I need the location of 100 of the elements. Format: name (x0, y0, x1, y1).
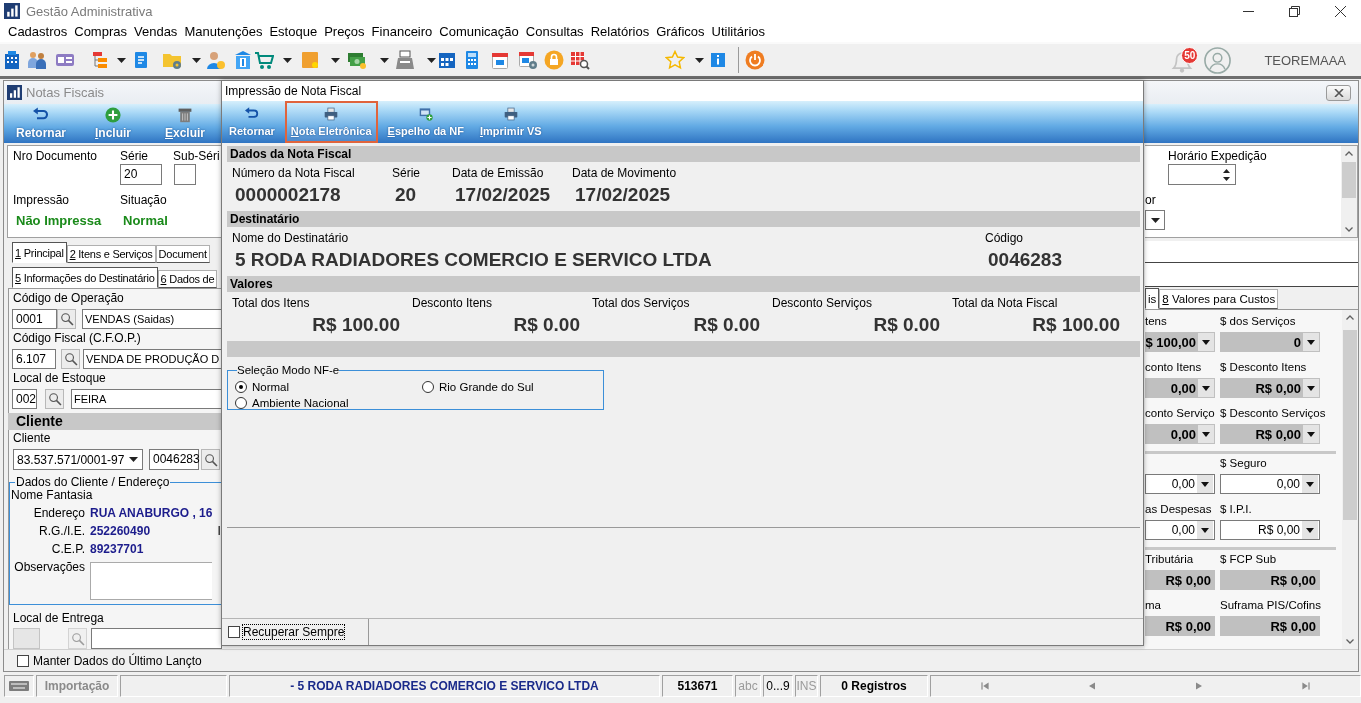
input-field[interactable] (174, 164, 196, 185)
dropdown-field[interactable]: 0,00 (1145, 474, 1215, 494)
menu-item[interactable]: Consultas (525, 24, 584, 40)
star-icon[interactable] (665, 50, 685, 70)
radio-label[interactable]: Normal (252, 381, 290, 393)
person-coin-icon[interactable] (206, 50, 226, 70)
tab[interactable]: 5 Informações do Destinatário (12, 267, 158, 288)
search-button[interactable] (57, 309, 76, 329)
search-button[interactable] (45, 389, 64, 409)
scrollbar[interactable] (1341, 146, 1357, 237)
input-field[interactable] (91, 628, 222, 649)
calendar-icon[interactable] (490, 50, 510, 70)
field-label: Impressão (13, 192, 71, 208)
dropdown-field[interactable]: 0,00 (1145, 378, 1215, 398)
menu-item[interactable]: Utilitários (711, 24, 766, 40)
tab[interactable]: 8 Valores para Custos (1159, 289, 1279, 309)
tab[interactable]: 6 Dados de (157, 270, 218, 288)
caret-icon[interactable] (117, 57, 126, 63)
dropdown-field[interactable]: R$ 0,00 (1220, 378, 1320, 398)
input-field[interactable]: FEIRA (71, 389, 222, 409)
info-icon[interactable] (708, 50, 728, 70)
status-text: 0 Registros (820, 675, 928, 697)
user-name[interactable]: TEOREMAAA (1264, 52, 1346, 68)
checkbox[interactable] (228, 626, 240, 638)
field-value: R$ 100.00 (311, 313, 401, 337)
menu-item[interactable]: Compras (74, 24, 127, 40)
minimize-icon[interactable] (1243, 10, 1254, 12)
field-value: RUA ANABURGO , 16 (90, 506, 213, 520)
close-icon[interactable] (1335, 5, 1346, 17)
radio-label[interactable]: Rio Grande do Sul (439, 381, 534, 393)
dropdown-field[interactable] (1145, 210, 1165, 230)
tab[interactable]: 1 Principal (12, 242, 67, 263)
input-field[interactable]: 0046283 (149, 449, 199, 470)
caret-icon[interactable] (331, 57, 340, 63)
scrollbar[interactable] (1342, 310, 1358, 649)
spin-arrows-icon[interactable] (1222, 167, 1231, 182)
input-field[interactable]: 6.107 (12, 349, 56, 369)
hierarchy-icon[interactable] (90, 50, 110, 70)
checkbox-label[interactable]: Recuperar Sempre (243, 625, 345, 639)
calendar-gear-icon[interactable] (518, 50, 538, 70)
checkbox[interactable] (17, 654, 29, 667)
cash-register-icon[interactable] (395, 50, 415, 70)
input-field[interactable]: 20 (120, 164, 162, 185)
dropdown-field[interactable]: 83.537.571/0001-97 (13, 449, 143, 470)
window-plus-icon (417, 107, 434, 121)
dropdown-field[interactable]: $ 100,00 (1145, 332, 1215, 352)
input-field[interactable]: VENDA DE PRODUÇÃO D (83, 349, 222, 369)
field-label: Horário Expedição (1168, 148, 1268, 164)
close-button[interactable] (1326, 84, 1351, 101)
search-icon (70, 631, 85, 646)
input-field[interactable]: 0001 (12, 309, 57, 329)
menu-item[interactable]: Preços (324, 24, 365, 40)
caret-icon[interactable] (427, 57, 436, 63)
power-icon[interactable] (745, 50, 765, 70)
calendar-grid-icon[interactable] (437, 50, 457, 70)
checkbox-label[interactable]: Manter Dados do Último Lançto (33, 653, 202, 668)
dropdown-field[interactable]: R$ 0,00 (1220, 520, 1320, 540)
cart-icon[interactable] (254, 50, 274, 70)
menu-item[interactable]: Manutenções (184, 24, 263, 40)
caret-icon[interactable] (283, 57, 292, 63)
menu-item[interactable]: Estoque (269, 24, 318, 40)
status-indicator: 0...9 (763, 675, 793, 697)
search-button[interactable] (61, 349, 80, 369)
menu-item[interactable]: Relatórios (590, 24, 650, 40)
building-icon[interactable] (2, 50, 22, 70)
dropdown-field[interactable]: 0 (1220, 332, 1320, 352)
menu-item[interactable]: Vendas (134, 24, 178, 40)
bank-icon[interactable] (233, 50, 253, 70)
radio-button[interactable] (422, 381, 434, 393)
dropdown-field[interactable]: 0,00 (1145, 424, 1215, 444)
table-search-icon[interactable] (570, 50, 590, 70)
input-field[interactable]: 002 (12, 389, 37, 409)
caret-icon[interactable] (192, 57, 201, 63)
dropdown-field[interactable]: R$ 0,00 (1220, 424, 1320, 444)
money-icon[interactable] (347, 50, 367, 70)
tab[interactable]: 2 Itens e Serviços (66, 245, 156, 263)
time-field[interactable] (1168, 164, 1236, 185)
menu-item[interactable]: Comunicação (439, 24, 519, 40)
radio-button[interactable] (235, 397, 247, 409)
caret-icon[interactable] (380, 57, 389, 63)
tab[interactable]: is (1145, 288, 1160, 309)
search-button[interactable] (201, 449, 220, 470)
menu-item[interactable]: Financeiro (371, 24, 433, 40)
dropdown-field[interactable]: 0,00 (1220, 474, 1320, 494)
search-icon (203, 452, 218, 467)
menu-item[interactable]: Gráficos (656, 24, 705, 40)
radio-label[interactable]: Ambiente Nacional (252, 397, 349, 409)
tab[interactable]: Document (155, 245, 210, 263)
input-field[interactable]: VENDAS (Saidas) (82, 309, 222, 329)
caret-icon[interactable] (695, 57, 704, 63)
printer-icon (323, 107, 340, 121)
restore-icon[interactable] (1289, 5, 1300, 17)
menu-item[interactable]: Cadastros (8, 24, 68, 40)
dropdown-field[interactable]: 0,00 (1145, 520, 1215, 540)
people-icon[interactable] (27, 50, 47, 70)
field-label: $ Seguro (1220, 456, 1267, 471)
radio-button[interactable] (235, 381, 247, 393)
notes-field[interactable] (90, 562, 213, 600)
return-arrow-icon (243, 107, 260, 121)
field-label: Data de Movimento (572, 165, 678, 181)
